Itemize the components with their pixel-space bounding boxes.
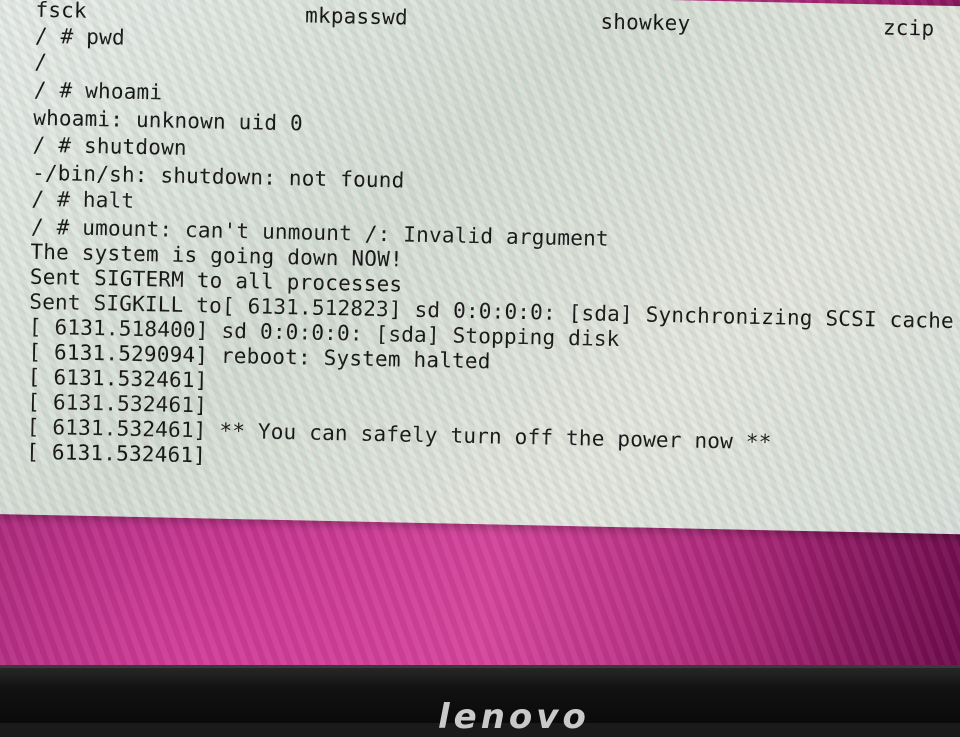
brand-logo: lenovo [438,697,590,737]
terminal-line: / # pwd [34,23,126,50]
terminal-line: / [34,49,48,75]
terminal-line: / # halt [31,186,135,213]
terminal-line: / # shutdown [32,132,188,160]
terminal-line: / # whoami [33,77,163,105]
terminal-line: fsck mkpasswd showkey zcip [35,0,935,41]
monitor-screen: fsck mkpasswd showkey zcip / # pwd / / #… [0,0,960,665]
terminal-window[interactable]: fsck mkpasswd showkey zcip / # pwd / / #… [0,0,960,535]
terminal-line: [ 6131.532461] [26,439,207,468]
